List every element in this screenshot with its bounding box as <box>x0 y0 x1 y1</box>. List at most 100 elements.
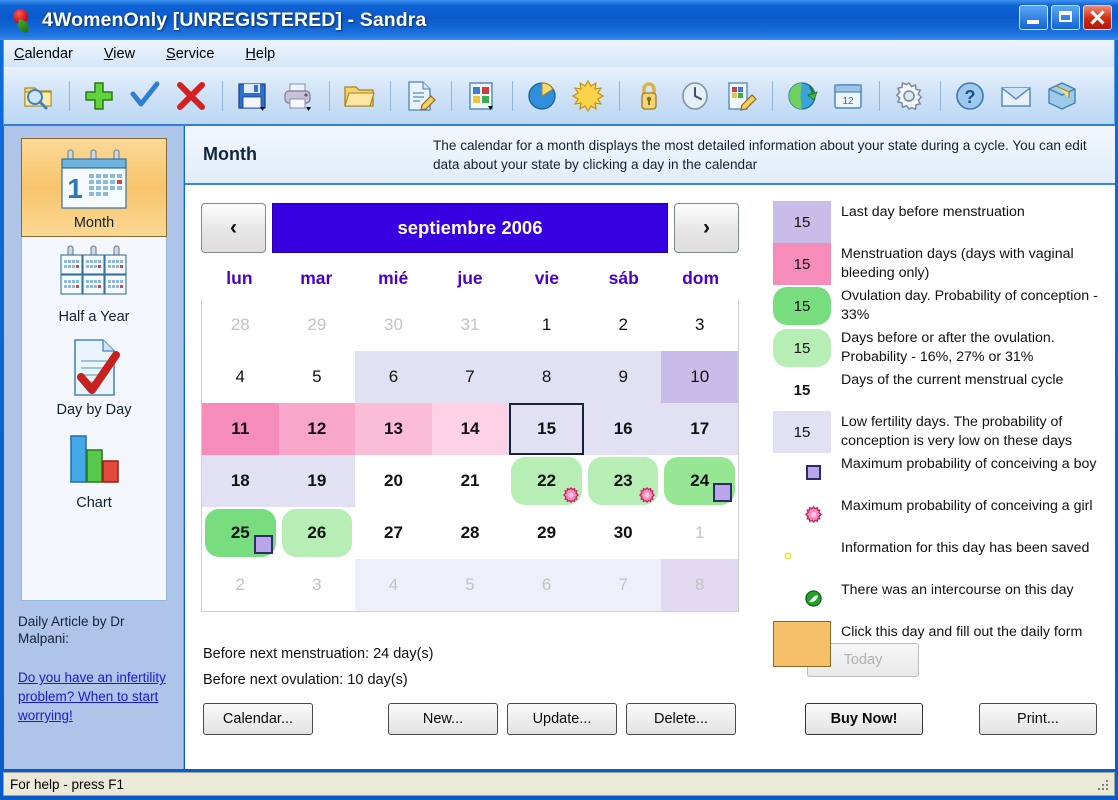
calendar-day[interactable]: 9 <box>584 351 662 403</box>
notes-edit-icon[interactable] <box>719 74 763 118</box>
calendar-day[interactable]: 17 <box>661 403 739 455</box>
calendar-day[interactable]: 20 <box>355 455 432 507</box>
toolbar-separator <box>390 80 391 111</box>
calendar-day[interactable]: 4 <box>355 559 432 611</box>
calendar-day[interactable]: 16 <box>584 403 662 455</box>
calendar-day[interactable]: 8 <box>661 559 739 611</box>
menu-calendar[interactable]: Calendar <box>14 46 73 62</box>
calendar-day[interactable]: 18 <box>202 455 279 507</box>
package-icon[interactable] <box>1040 74 1084 118</box>
daily-article-link[interactable]: Do you have an infertility problem? When… <box>18 668 178 725</box>
main-panel: Month The calendar for a month displays … <box>185 126 1115 769</box>
toolbar-separator <box>512 80 513 111</box>
calendar-day[interactable]: 29 <box>508 507 585 559</box>
edit-document-icon[interactable] <box>398 74 442 118</box>
calendar-day[interactable]: 24 <box>661 455 738 507</box>
calendar-day[interactable]: 11 <box>202 403 279 455</box>
calendar-day[interactable]: 31 <box>432 299 509 351</box>
calendar-day[interactable]: 26 <box>279 507 356 559</box>
calendar-day[interactable]: 15 <box>508 403 585 455</box>
legend-label: There was an intercourse on this day <box>841 582 1074 598</box>
day-number: 27 <box>383 523 403 542</box>
menu-service[interactable]: Service <box>166 46 214 62</box>
legend-swatch <box>773 621 831 667</box>
save-icon[interactable] <box>230 74 274 118</box>
calendar-day[interactable]: 6 <box>355 351 432 403</box>
calendar-day[interactable]: 14 <box>431 403 509 455</box>
calendar-day[interactable]: 30 <box>355 299 432 351</box>
next-month-button[interactable]: › <box>674 203 739 253</box>
calendar-day[interactable]: 2 <box>585 299 662 351</box>
day-number: 8 <box>695 575 705 594</box>
update-button[interactable]: Update... <box>507 703 617 735</box>
calendar-day[interactable]: 5 <box>279 351 356 403</box>
buy-now-button[interactable]: Buy Now! <box>805 703 923 735</box>
calendar-12-icon[interactable]: 12 <box>826 74 870 118</box>
svg-text:12: 12 <box>842 96 854 107</box>
calendar-day[interactable]: 19 <box>278 455 356 507</box>
sidebar-item-day-by-day[interactable]: Day by Day <box>22 330 166 423</box>
confirm-check-icon[interactable] <box>123 74 167 118</box>
sidebar-item-month[interactable]: 1 Month <box>21 138 167 237</box>
navigation-panel: 1 Month Half a Year Day by Day Chart <box>21 138 167 601</box>
minimize-icon[interactable] <box>1019 5 1048 30</box>
legend-row: Information for this day has been saved <box>773 537 1103 579</box>
calendar-day[interactable]: 3 <box>279 559 356 611</box>
calendar-button[interactable]: Calendar... <box>203 703 313 735</box>
calendar-day[interactable]: 6 <box>508 559 585 611</box>
search-folder-icon[interactable] <box>16 74 60 118</box>
legend-swatch <box>773 579 831 621</box>
print-button[interactable]: Print... <box>979 703 1097 735</box>
calendar-day[interactable]: 4 <box>202 351 279 403</box>
pie-chart-icon[interactable] <box>520 74 564 118</box>
folder-icon[interactable] <box>337 74 381 118</box>
settings-gear-icon[interactable] <box>887 74 931 118</box>
calendar-day[interactable]: 13 <box>355 403 432 455</box>
weekday-header: lun mar mié jue vie sáb dom <box>201 257 739 299</box>
calendar-day[interactable]: 30 <box>585 507 662 559</box>
calendar-day[interactable]: 1 <box>508 299 585 351</box>
delete-button[interactable]: Delete... <box>626 703 736 735</box>
maximize-icon[interactable] <box>1051 5 1080 30</box>
day-number: 16 <box>613 419 633 438</box>
calendar-day[interactable]: 23 <box>585 455 662 507</box>
calendar-day[interactable]: 25 <box>202 507 279 559</box>
lock-icon[interactable] <box>627 74 671 118</box>
calendar-day[interactable]: 12 <box>278 403 356 455</box>
calendar-day[interactable]: 22 <box>508 455 585 507</box>
calendar-day[interactable]: 28 <box>202 299 279 351</box>
calendar-day[interactable]: 5 <box>431 559 509 611</box>
sun-icon[interactable] <box>566 74 610 118</box>
new-button[interactable]: New... <box>388 703 498 735</box>
report-icon[interactable] <box>459 74 503 118</box>
menu-help[interactable]: Help <box>245 46 275 62</box>
close-icon[interactable] <box>1083 5 1112 30</box>
calendar-day[interactable]: 10 <box>661 351 739 403</box>
help-question-icon[interactable]: ? <box>948 74 992 118</box>
delete-cross-icon[interactable] <box>169 74 213 118</box>
calendar-day[interactable]: 8 <box>508 351 585 403</box>
prev-month-button[interactable]: ‹ <box>201 203 266 253</box>
print-icon[interactable] <box>276 74 320 118</box>
legend-swatch: 15 <box>773 285 831 327</box>
calendar-day[interactable]: 2 <box>202 559 279 611</box>
calendar-day[interactable]: 28 <box>432 507 509 559</box>
add-icon[interactable] <box>77 74 121 118</box>
globe-refresh-icon[interactable] <box>780 74 824 118</box>
calendar-day[interactable]: 3 <box>661 299 738 351</box>
calendar-day[interactable]: 27 <box>355 507 432 559</box>
calendar-day[interactable]: 7 <box>584 559 662 611</box>
resize-grip-icon[interactable] <box>1096 778 1110 792</box>
calendar-day[interactable]: 29 <box>279 299 356 351</box>
mail-icon[interactable] <box>994 74 1038 118</box>
menu-view[interactable]: View <box>104 46 135 62</box>
sidebar-item-chart[interactable]: Chart <box>22 423 166 516</box>
calendar-day[interactable]: 1 <box>661 507 738 559</box>
calendar-day[interactable]: 21 <box>432 455 509 507</box>
sidebar-item-half-a-year[interactable]: Half a Year <box>22 237 166 330</box>
clock-icon[interactable] <box>673 74 717 118</box>
toolbar-separator <box>451 80 452 111</box>
legend-label: Maximum probability of conceiving a girl <box>841 498 1093 514</box>
calendar-day[interactable]: 7 <box>431 351 509 403</box>
legend-row: Maximum probability of conceiving a boy <box>773 453 1103 495</box>
